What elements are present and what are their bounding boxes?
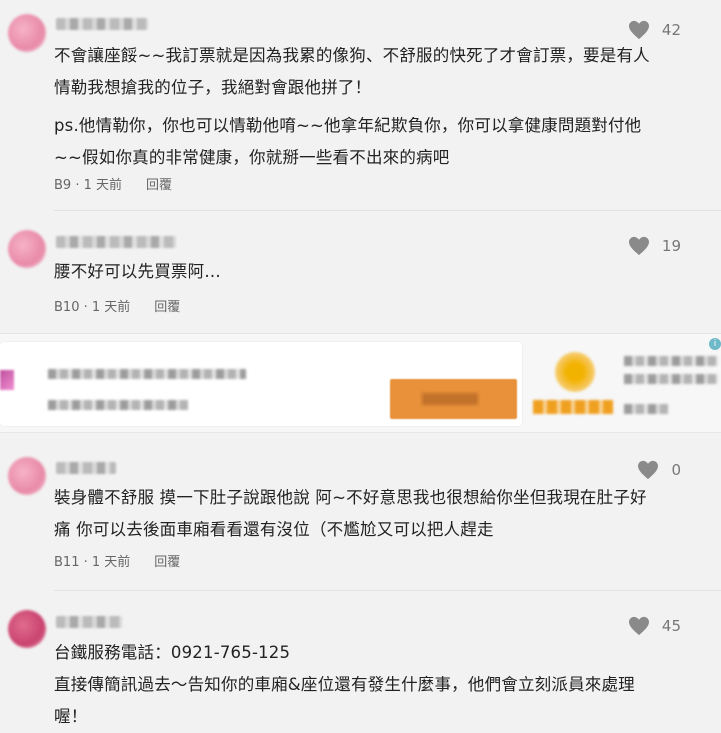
- ad-headline-blurred: [48, 369, 246, 379]
- ad-banner[interactable]: [0, 333, 721, 433]
- comment-text: 台鐵服務電話：0921-765-125 直接傳簡訊過去～告知你的車廂&座位還有發…: [54, 637, 684, 733]
- avatar[interactable]: [8, 230, 46, 268]
- comment-line: 直接傳簡訊過去～告知你的車廂&座位還有發生什麼事，他們會立刻派員來處理: [54, 675, 635, 694]
- floor-number: B10 · 1 天前: [54, 300, 131, 315]
- ad-subline-blurred: [48, 400, 188, 410]
- divider: [54, 210, 721, 211]
- username-blurred[interactable]: [56, 462, 116, 474]
- reply-link[interactable]: 回覆: [154, 296, 180, 315]
- heart-icon: [628, 20, 649, 40]
- like-count: 19: [661, 237, 681, 255]
- heart-icon: [638, 460, 659, 480]
- like-count: 45: [661, 617, 681, 635]
- like-button[interactable]: 19: [628, 236, 681, 256]
- comment-meta: B9 · 1 天前 回覆: [54, 174, 172, 193]
- comment-text: 腰不好可以先買票阿…: [54, 256, 684, 288]
- username-blurred[interactable]: [56, 236, 176, 248]
- like-count: 42: [661, 21, 681, 39]
- ad-side-text-blurred: [624, 356, 718, 366]
- like-button[interactable]: 45: [628, 616, 681, 636]
- avatar[interactable]: [8, 14, 46, 52]
- ad-side-text-blurred: [624, 404, 668, 414]
- floor-number: B11 · 1 天前: [54, 555, 131, 570]
- avatar[interactable]: [8, 610, 46, 648]
- heart-icon: [628, 236, 649, 256]
- reply-link[interactable]: 回覆: [154, 551, 180, 570]
- comment-line: 情勒我想搶我的位子，我絕對會跟他拼了！: [54, 78, 372, 97]
- comment-line: 台鐵服務電話：0921-765-125: [54, 643, 291, 662]
- comment-text: 不會讓座餒~~我訂票就是因為我累的像狗、不舒服的快死了才會訂票，要是有人 情勒我…: [54, 40, 684, 174]
- comment-meta: B11 · 1 天前 回覆: [54, 551, 180, 570]
- comment-line: 喔！: [54, 707, 88, 726]
- comment-line: 腰不好可以先買票阿…: [54, 262, 221, 281]
- like-button[interactable]: 42: [628, 20, 681, 40]
- floor-number: B9 · 1 天前: [54, 178, 123, 193]
- ad-edge-icon: [0, 370, 14, 390]
- ad-side-text-blurred: [624, 374, 718, 384]
- comment-line: ps.他情勒你，你也可以情勒他唷~~他拿年紀欺負你，你可以拿健康問題對付他: [54, 116, 642, 135]
- comment-line: 裝身體不舒服 摸一下肚子說跟他說 阿~不好意思我也很想給你坐但我現在肚子好: [54, 488, 647, 507]
- heart-icon: [628, 616, 649, 636]
- like-button[interactable]: 0: [637, 460, 681, 480]
- avatar[interactable]: [8, 457, 46, 495]
- comment-line: 不會讓座餒~~我訂票就是因為我累的像狗、不舒服的快死了才會訂票，要是有人: [54, 46, 650, 65]
- ad-logo-icon: [555, 352, 595, 392]
- reply-link[interactable]: 回覆: [146, 174, 172, 193]
- comment-meta: B10 · 1 天前 回覆: [54, 296, 180, 315]
- comment-text: 裝身體不舒服 摸一下肚子說跟他說 阿~不好意思我也很想給你坐但我現在肚子好 痛 …: [54, 482, 684, 546]
- comment-line: 痛 你可以去後面車廂看看還有沒位（不尷尬又可以把人趕走: [54, 520, 494, 539]
- comment-line: ~~假如你真的非常健康，你就掰一些看不出來的病吧: [54, 148, 450, 167]
- divider: [54, 590, 721, 591]
- username-blurred[interactable]: [56, 18, 148, 30]
- ad-info-icon[interactable]: i: [709, 338, 721, 350]
- ad-cta-label-blurred: [422, 393, 478, 405]
- ad-logo-text-blurred: [533, 400, 613, 414]
- like-count: 0: [671, 461, 681, 479]
- username-blurred[interactable]: [56, 616, 122, 628]
